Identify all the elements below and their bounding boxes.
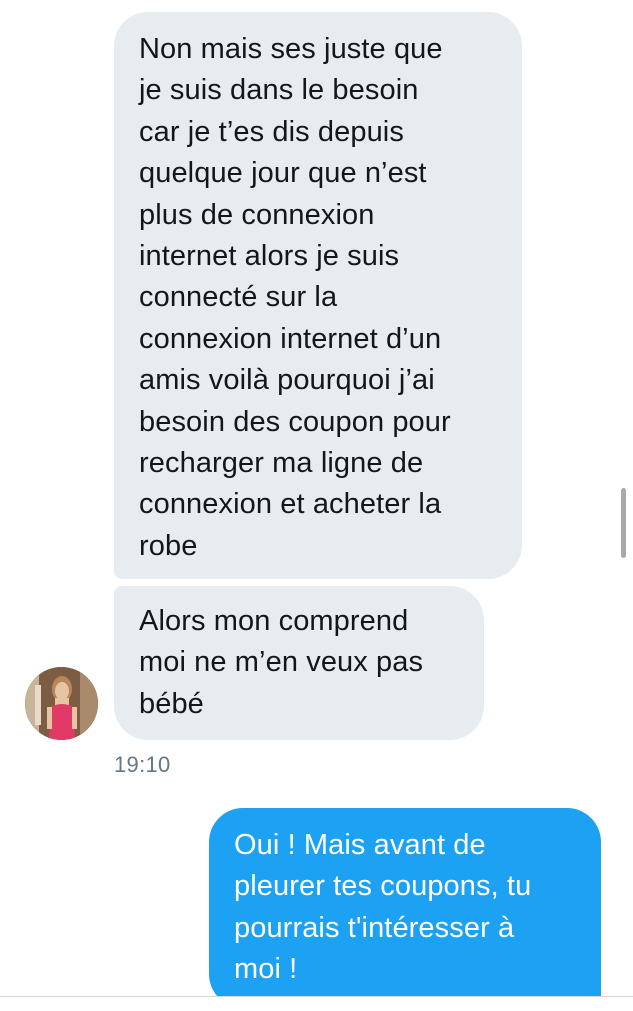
sent-message-bubble[interactable]: Oui ! Mais avant de pleurer tes coupons,… — [209, 808, 601, 1008]
received-message-bubble[interactable]: Alors mon comprend moi ne m’en veux pas … — [114, 586, 484, 740]
chat-screen: Non mais ses juste que je suis dans le b… — [0, 0, 633, 1011]
scroll-indicator[interactable] — [621, 488, 626, 558]
composer-area — [0, 997, 633, 1011]
contact-avatar[interactable] — [25, 667, 98, 740]
avatar-photo-icon — [25, 667, 98, 740]
message-timestamp: 19:10 — [114, 752, 171, 777]
received-message-bubble[interactable]: Non mais ses juste que je suis dans le b… — [114, 12, 522, 579]
